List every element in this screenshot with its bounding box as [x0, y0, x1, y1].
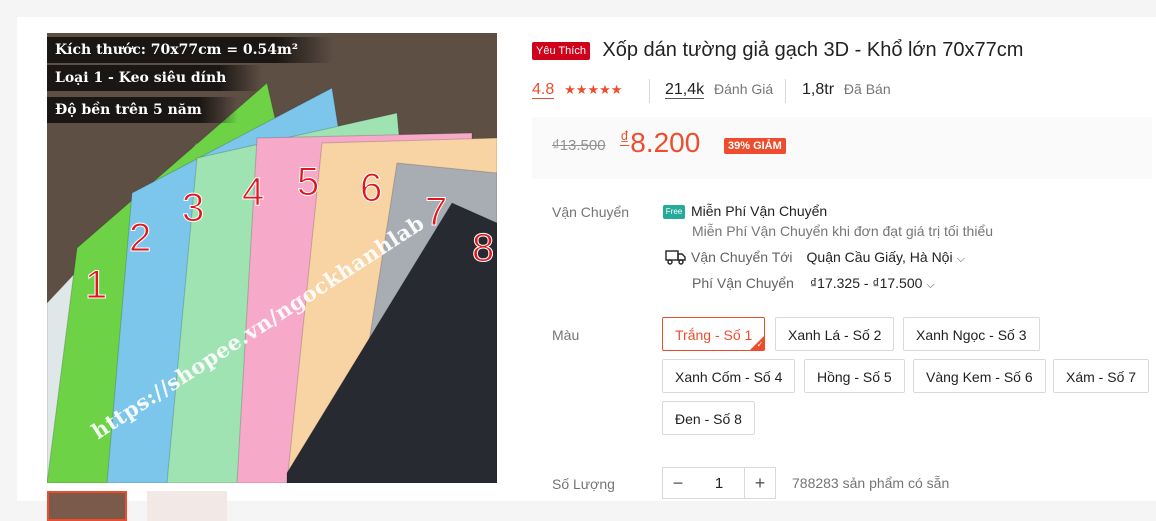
- variant-option-8[interactable]: Đen - Số 8: [662, 401, 755, 435]
- variant-label: Vàng Kem - Số 6: [926, 369, 1033, 385]
- title-row: Yêu Thích Xốp dán tường giả gạch 3D - Kh…: [532, 39, 1023, 62]
- panel-number-8: 8: [472, 226, 494, 270]
- main-product-image[interactable]: 12345678 Kích thước: 70x77cm = 0.54m² Lo…: [47, 33, 497, 483]
- price-box: ₫13.500 ₫8.200 39% GIẢM: [532, 117, 1152, 179]
- variant-label: Xanh Cốm - Số 4: [675, 369, 783, 385]
- panel-number-6: 6: [360, 166, 382, 210]
- currency-symbol: ₫: [620, 128, 630, 148]
- panel-number-2: 2: [129, 216, 151, 260]
- overlay-size: Kích thước: 70x77cm = 0.54m²: [47, 37, 334, 63]
- panel-number-7: 7: [425, 190, 447, 234]
- rating-value: 4.8: [532, 81, 555, 99]
- variant-option-5[interactable]: Hồng - Số 5: [804, 359, 905, 393]
- divider: [649, 79, 650, 103]
- sold-count: 1,8tr: [802, 81, 835, 98]
- variant-option-1[interactable]: Trắng - Số 1 ✓: [662, 317, 766, 351]
- quantity-input[interactable]: [693, 467, 745, 499]
- free-shipping-subtitle: Miễn Phí Vận Chuyển khi đơn đạt giá trị …: [692, 223, 994, 239]
- ship-to-row: Vận Chuyển Tới Quận Cầu Giấy, Hà Nội ⌵: [665, 249, 965, 268]
- variant-label: Xám - Số 7: [1066, 369, 1137, 385]
- review-label: Đánh Giá: [714, 81, 774, 97]
- sale-price-value: 8.200: [630, 127, 701, 158]
- shipping-fee-row: Phí Vận Chuyển ₫17.325 - ₫17.500 ⌵: [692, 275, 935, 292]
- color-label: Màu: [552, 327, 580, 343]
- truck-icon: [665, 249, 687, 268]
- variant-label: Trắng - Số 1: [675, 327, 753, 343]
- variant-option-2[interactable]: Xanh Lá - Số 2: [775, 317, 895, 351]
- variant-option-4[interactable]: Xanh Cốm - Số 4: [662, 359, 796, 393]
- original-price: ₫13.500: [552, 137, 606, 154]
- panel-number-1: 1: [85, 263, 107, 307]
- variant-label: Xanh Lá - Số 2: [788, 327, 882, 343]
- discount-badge: 39% GIẢM: [724, 138, 786, 154]
- star-rating-icon: ★★★★★: [564, 82, 623, 97]
- increase-quantity-button[interactable]: +: [744, 467, 776, 499]
- rating-summary[interactable]: 4.8 ★★★★★: [532, 79, 622, 99]
- shipping-fee-dropdown[interactable]: ₫17.325 - ₫17.500 ⌵: [810, 275, 935, 291]
- thumbnail-1[interactable]: [47, 491, 127, 521]
- product-info: Yêu Thích Xốp dán tường giả gạch 3D - Kh…: [532, 17, 1152, 501]
- review-count: 21,4k: [665, 81, 705, 99]
- check-icon: ✓: [756, 340, 764, 349]
- panel-number-3: 3: [182, 186, 204, 230]
- thumbnail-strip: [47, 491, 497, 521]
- product-card: 12345678 Kích thước: 70x77cm = 0.54m² Lo…: [17, 17, 1156, 521]
- chevron-down-icon: ⌵: [956, 253, 965, 266]
- decrease-quantity-button[interactable]: −: [662, 467, 694, 499]
- variant-label: Hồng - Số 5: [817, 369, 892, 385]
- shipping-label: Vận Chuyển: [552, 204, 630, 220]
- sale-price: ₫8.200: [620, 127, 700, 159]
- review-summary[interactable]: 21,4k Đánh Giá: [665, 79, 773, 99]
- product-title: Xốp dán tường giả gạch 3D - Khổ lớn 70x7…: [602, 39, 1024, 61]
- ship-to-label: Vận Chuyển Tới: [691, 249, 793, 266]
- free-shipping-icon: Free: [663, 205, 685, 220]
- sold-summary: 1,8tr Đã Bán: [802, 79, 891, 99]
- panel-number-5: 5: [297, 160, 319, 204]
- variant-label: Đen - Số 8: [675, 411, 742, 427]
- panel-number-4: 4: [242, 170, 264, 214]
- ship-to-location[interactable]: Quận Cầu Giấy, Hà Nội ⌵: [807, 249, 965, 265]
- stock-availability: 788283 sản phẩm có sẵn: [792, 475, 950, 491]
- divider: [785, 79, 786, 103]
- free-shipping: Free Miễn Phí Vận Chuyển: [663, 203, 828, 220]
- overlay-type: Loại 1 - Keo siêu dính: [47, 65, 263, 91]
- shipping-fee-value: ₫17.325 - ₫17.500: [809, 275, 923, 291]
- variant-label: Xanh Ngọc - Số 3: [916, 327, 1027, 343]
- free-shipping-title: Miễn Phí Vận Chuyển: [691, 203, 828, 219]
- sold-label: Đã Bán: [843, 81, 891, 97]
- shipping-fee-label: Phí Vận Chuyển: [692, 275, 794, 291]
- variant-option-3[interactable]: Xanh Ngọc - Số 3: [903, 317, 1040, 351]
- variant-option-6[interactable]: Vàng Kem - Số 6: [913, 359, 1046, 393]
- product-gallery: 12345678 Kích thước: 70x77cm = 0.54m² Lo…: [47, 33, 497, 521]
- variant-option-7[interactable]: Xám - Số 7: [1053, 359, 1150, 393]
- quantity-label: Số Lượng: [552, 476, 615, 492]
- favorite-badge: Yêu Thích: [532, 41, 590, 60]
- ship-to-value: Quận Cầu Giấy, Hà Nội: [806, 249, 953, 266]
- thumbnail-2[interactable]: [147, 491, 227, 521]
- chevron-down-icon: ⌵: [926, 279, 935, 291]
- overlay-durability: Độ bền trên 5 năm: [47, 97, 238, 123]
